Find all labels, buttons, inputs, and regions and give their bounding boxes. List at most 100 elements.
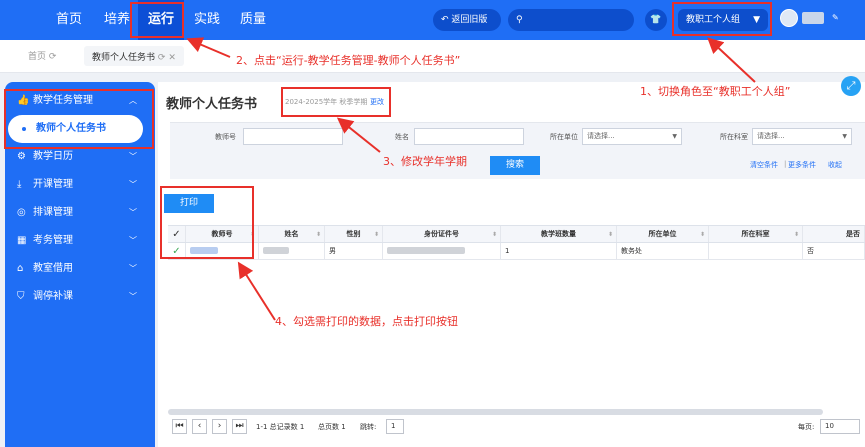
back-to-old-version-label: 返回旧版 — [451, 15, 488, 25]
nav-practice[interactable]: 实践 — [194, 0, 220, 40]
unit-cell: 教务处 — [617, 243, 709, 259]
office-label: 所在科室 — [720, 133, 748, 141]
tab-teacher-task-book-label: 教师个人任务书 — [92, 53, 156, 63]
annotation-step2: 2、点击“运行-教学任务管理-教师个人任务书” — [236, 54, 461, 67]
more-conditions-link[interactable]: 更多条件 — [788, 160, 816, 170]
collapse-link[interactable]: 收起 — [828, 160, 842, 170]
search-area: 教师号 姓名 所在单位 请选择... ▼ 所在科室 请选择... ▼ 搜索 — [170, 122, 865, 179]
per-page-label: 每页: — [798, 423, 815, 431]
back-to-old-version-button[interactable]: ↶ 返回旧版 — [433, 9, 501, 31]
page-info: 总页数 1 — [318, 423, 346, 431]
next-page-button[interactable]: › — [212, 419, 227, 434]
column-header-label: 所在单位 — [648, 230, 677, 238]
close-icon[interactable]: ✕ — [168, 53, 176, 63]
column-header-label: 所在科室 — [741, 230, 770, 238]
edit-icon[interactable]: ✎ — [832, 13, 839, 22]
tab-teacher-task-book[interactable]: 教师个人任务书 ⟳ ✕ — [84, 46, 184, 66]
office-select-value: 请选择... — [757, 132, 785, 140]
annotation-step3: 3、修改学年学期 — [383, 155, 467, 168]
download-icon: ⤓ — [17, 179, 22, 190]
nav-quality[interactable]: 质量 — [240, 0, 266, 40]
tab-home-label: 首页 — [28, 52, 47, 62]
horizontal-scrollbar[interactable] — [168, 409, 823, 415]
prev-page-button[interactable]: ‹ — [192, 419, 207, 434]
unit-label: 所在单位 — [550, 133, 578, 141]
office-select[interactable]: 请选择... ▼ — [752, 128, 852, 145]
name-label: 姓名 — [395, 133, 409, 141]
teacher-table: ✓ 教师号 ⬍ 姓名 ⬍ 性别 ⬍ 身份证件号 ⬍ 教学班数量 ⬍ 所在单位 ⬍ 所在科室 ⬍… — [168, 225, 865, 265]
refresh-icon[interactable]: ⟳ — [49, 52, 57, 62]
sort-icon: ⬍ — [607, 231, 613, 238]
column-header-label: 性别 — [346, 230, 361, 238]
home-icon: ⌂ — [17, 263, 24, 274]
sort-icon: ⬍ — [315, 231, 321, 238]
teacher-no-input[interactable] — [243, 128, 343, 145]
sidebar-item-label: 调停补课 — [33, 291, 73, 302]
shield-icon: ⛉ — [17, 291, 25, 302]
clear-conditions-link[interactable]: 清空条件 — [750, 160, 778, 170]
class-count-cell: 1 — [501, 243, 617, 259]
column-header[interactable]: 姓名 ⬍ — [259, 226, 325, 242]
search-button[interactable]: 搜索 — [490, 156, 540, 175]
flag-cell: 否 — [803, 243, 865, 259]
search-input[interactable]: ⚲ — [508, 9, 634, 31]
name-input[interactable] — [414, 128, 524, 145]
office-cell — [709, 243, 803, 259]
column-header[interactable]: 身份证件号 ⬍ — [383, 226, 501, 242]
table-row[interactable]: ✓ 男 1 教务处 否 — [168, 243, 865, 260]
sidebar-item-label: 教学日历 — [33, 151, 73, 162]
gender-cell: 男 — [325, 243, 383, 259]
column-header[interactable]: 所在单位 ⬍ — [617, 226, 709, 242]
shirt-icon: 👕 — [650, 15, 662, 25]
nav-training[interactable]: 培养 — [104, 0, 130, 40]
last-page-button[interactable]: ⏭ — [232, 419, 247, 434]
sort-icon: ⬍ — [699, 231, 705, 238]
tab-home[interactable]: 首页 ⟳ — [28, 49, 56, 62]
jump-label: 跳转: — [360, 423, 377, 431]
column-header[interactable]: 性别 ⬍ — [325, 226, 383, 242]
chevron-down-icon: ﹀ — [129, 180, 137, 189]
sidebar-item-label: 考务管理 — [33, 235, 73, 246]
user-name-redacted — [802, 12, 824, 24]
refresh-icon[interactable]: ⟳ — [158, 53, 166, 63]
caret-down-icon: ▼ — [672, 133, 677, 140]
unit-select[interactable]: 请选择... ▼ — [582, 128, 682, 145]
unit-select-value: 请选择... — [587, 132, 615, 140]
links-separator: | — [784, 160, 787, 168]
column-header[interactable]: 是否 — [803, 226, 865, 242]
name-cell — [259, 243, 325, 259]
sidebar-item-makeup-class[interactable]: ⛉ 调停补课 ﹀ — [5, 284, 155, 310]
sidebar-item-classroom-borrow[interactable]: ⌂ 教室借用 ﹀ — [5, 256, 155, 282]
sidebar-item-course-open[interactable]: ⤓ 开课管理 ﹀ — [5, 172, 155, 198]
caret-down-icon: ▼ — [842, 133, 847, 140]
sort-icon: ⬍ — [491, 231, 497, 238]
page-title: 教师个人任务书 — [166, 97, 258, 112]
avatar[interactable] — [780, 9, 798, 27]
column-header[interactable]: 教学班数量 ⬍ — [501, 226, 617, 242]
annotation-box-nav — [130, 2, 184, 38]
sort-icon: ⬍ — [373, 231, 379, 238]
annotation-box-sidebar — [4, 89, 154, 149]
main-panel: 教师个人任务书 2024-2025学年 秋季学期 更改 教师号 姓名 所在单位 … — [158, 82, 865, 447]
annotation-step1: 1、切换角色至“教职工个人组” — [640, 85, 791, 98]
annotation-box-role — [672, 2, 772, 36]
redacted-block — [387, 247, 465, 254]
skin-button[interactable]: 👕 — [645, 9, 667, 31]
column-header-label: 是否 — [846, 230, 860, 238]
expand-icon[interactable]: ⤢ — [841, 76, 861, 96]
per-page-select[interactable]: 10 — [820, 419, 860, 434]
jump-input[interactable]: 1 — [386, 419, 404, 434]
sidebar-item-scheduling[interactable]: ◎ 排课管理 ﹀ — [5, 200, 155, 226]
nav-home[interactable]: 首页 — [56, 0, 82, 40]
sidebar-item-exam[interactable]: ▦ 考务管理 ﹀ — [5, 228, 155, 254]
chevron-down-icon: ﹀ — [129, 236, 137, 245]
id-number-cell — [383, 243, 501, 259]
first-page-button[interactable]: ⏮ — [172, 419, 187, 434]
pager: ⏮ ‹ › ⏭ 1-1 总记录数 1 总页数 1 跳转: 1 每页: 10 — [168, 418, 865, 438]
search-icon: ⚲ — [516, 15, 523, 25]
column-header-label: 姓名 — [284, 230, 299, 238]
column-header[interactable]: 所在科室 ⬍ — [709, 226, 803, 242]
teacher-no-label: 教师号 — [215, 133, 236, 141]
redacted-block — [263, 247, 289, 254]
record-info: 1-1 总记录数 1 — [256, 423, 305, 431]
